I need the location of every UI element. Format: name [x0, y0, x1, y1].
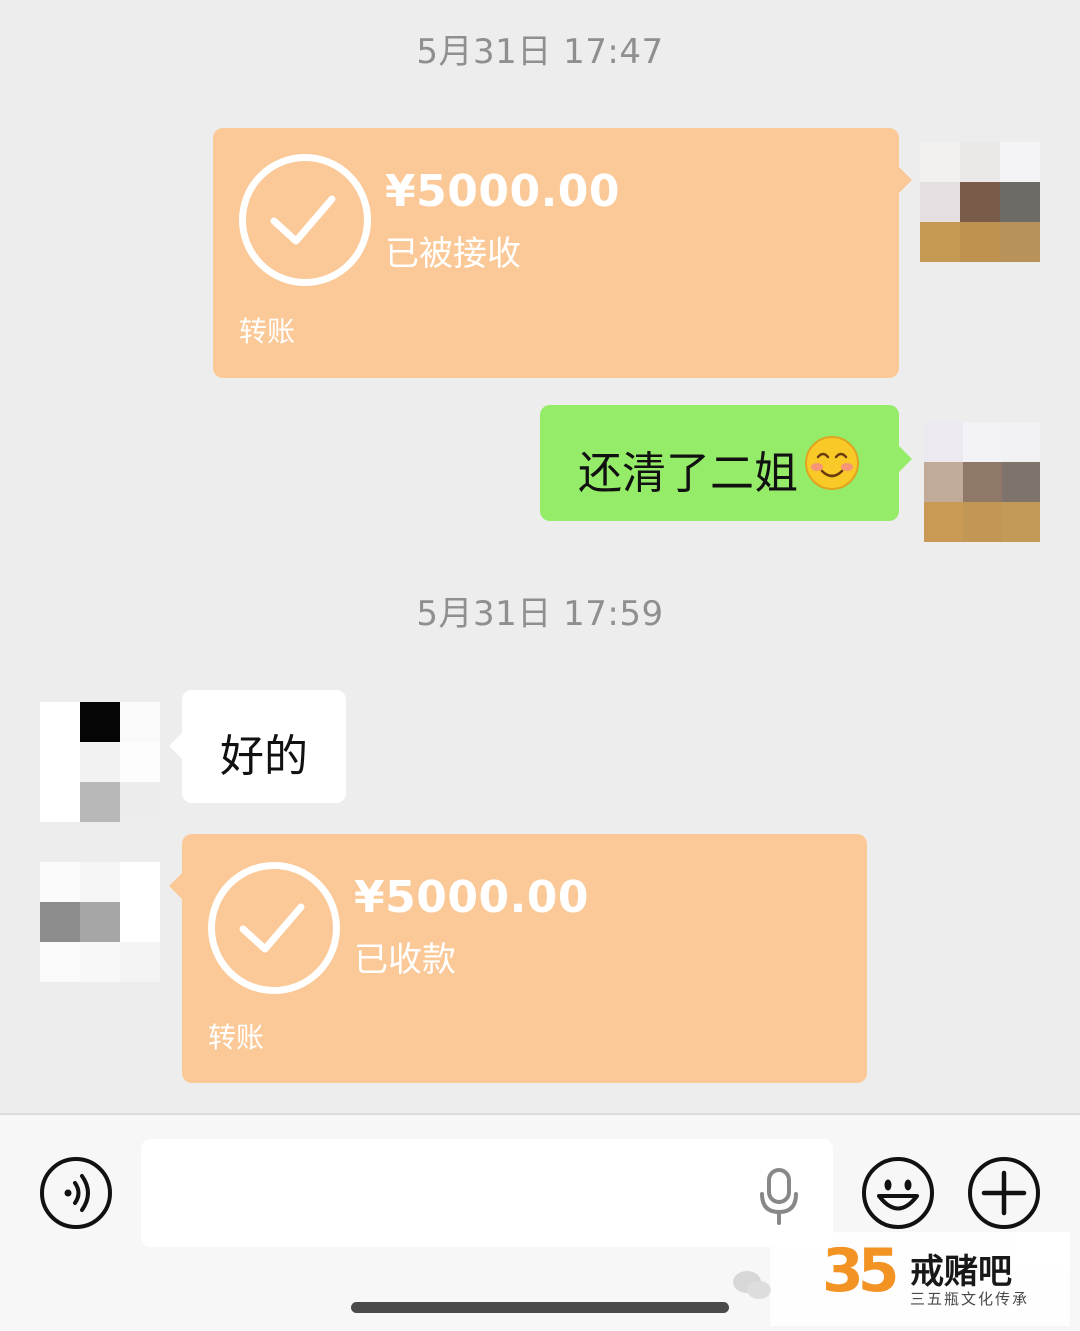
- check-circle-icon: [239, 154, 371, 286]
- watermark-number: 35: [822, 1236, 899, 1306]
- transfer-amount: ¥5000.00: [385, 166, 621, 217]
- my-avatar[interactable]: [924, 422, 1040, 542]
- transfer-label: 转账: [239, 315, 296, 348]
- timestamp: 5月31日 17:59: [416, 594, 664, 634]
- contact-avatar[interactable]: [40, 702, 160, 822]
- my-avatar[interactable]: [920, 142, 1040, 262]
- voice-mode-icon: [64, 1174, 90, 1212]
- transfer-card-received[interactable]: ¥5000.00 已收款 转账: [169, 834, 867, 1083]
- home-indicator[interactable]: [351, 1302, 729, 1313]
- watermark-subtitle: 三五瓶文化传承: [910, 1290, 1030, 1308]
- wechat-icon: [733, 1271, 771, 1299]
- transfer-status: 已收款: [354, 940, 456, 980]
- emoji-button[interactable]: [862, 1157, 934, 1229]
- transfer-amount: ¥5000.00: [354, 872, 590, 923]
- transfer-status: 已被接收: [385, 234, 521, 274]
- emoji-icon: [877, 1179, 919, 1211]
- more-button[interactable]: [968, 1157, 1040, 1229]
- plus-icon: [981, 1170, 1027, 1216]
- voice-mode-button[interactable]: [40, 1157, 112, 1229]
- sent-message-bubble[interactable]: 还清了二姐: [540, 405, 912, 521]
- transfer-label: 转账: [208, 1021, 265, 1054]
- blush-smile-emoji: [805, 436, 859, 490]
- received-message-bubble[interactable]: 好的: [169, 690, 346, 803]
- transfer-card-sent[interactable]: ¥5000.00 已被接收 转账: [213, 128, 912, 378]
- timestamp: 5月31日 17:47: [416, 32, 664, 72]
- contact-avatar[interactable]: [40, 862, 160, 982]
- check-circle-icon: [208, 862, 340, 994]
- watermark-title: 戒赌吧: [910, 1252, 1012, 1292]
- watermark: 35 戒赌吧 三五瓶文化传承: [733, 1232, 1070, 1326]
- message-text: 还清了二姐: [578, 448, 798, 499]
- message-text: 好的: [220, 731, 308, 782]
- message-input[interactable]: [141, 1139, 833, 1247]
- microphone-icon[interactable]: [757, 1167, 801, 1227]
